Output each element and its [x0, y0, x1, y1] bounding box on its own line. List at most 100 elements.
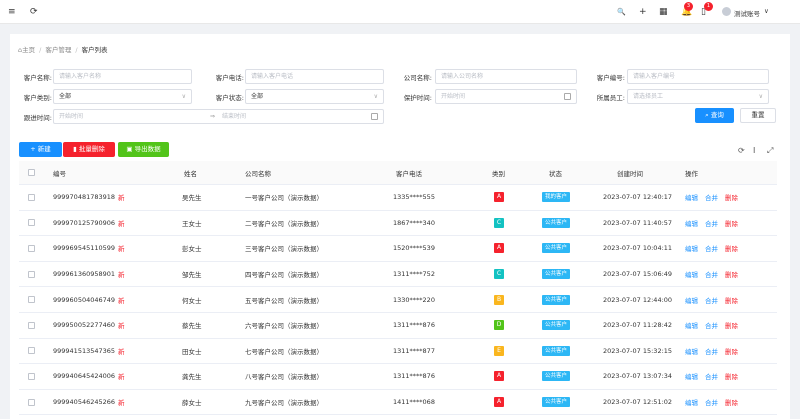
col-code: 编号 — [53, 169, 66, 178]
row-category: D — [494, 313, 504, 338]
edit-link[interactable]: 编辑 — [685, 320, 698, 330]
row-status: 公共客户 — [542, 236, 571, 261]
row-checkbox[interactable] — [28, 211, 35, 236]
customer-name-input[interactable]: 请输入客户名称 — [53, 69, 192, 84]
row-status: 公共客户 — [542, 339, 571, 364]
search-button[interactable]: ⌕ 查询 — [695, 108, 734, 123]
row-actions: 编辑 合并 删除 — [685, 211, 745, 236]
delete-link[interactable]: 删除 — [725, 269, 738, 279]
menu-toggle-icon[interactable]: ≡ — [8, 6, 16, 18]
row-name: 彭女士 — [182, 245, 202, 254]
column-height-icon[interactable]: I — [753, 146, 755, 155]
row-checkbox[interactable] — [28, 313, 35, 338]
followup-time-range[interactable]: 开始时间 ⇒ 结束时间 — [53, 109, 384, 124]
delete-link[interactable]: 删除 — [725, 397, 738, 407]
customer-code-input[interactable]: 请输入客户编号 — [627, 69, 769, 84]
avatar[interactable] — [722, 7, 731, 16]
row-checkbox[interactable] — [28, 339, 35, 364]
row-phone: 1411****068 — [393, 398, 435, 407]
breadcrumb-home[interactable]: 主页 — [22, 46, 35, 54]
merge-link[interactable]: 合并 — [705, 346, 718, 356]
row-actions: 编辑 合并 删除 — [685, 262, 745, 287]
breadcrumb-customer-mgmt[interactable]: 客户管理 — [45, 46, 71, 54]
staff-select[interactable]: 请选择员工 ∨ — [627, 89, 769, 104]
row-checkbox[interactable] — [28, 390, 35, 415]
row-status: 公共客户 — [542, 211, 571, 236]
merge-link[interactable]: 合并 — [705, 243, 718, 253]
delete-link[interactable]: 删除 — [725, 218, 738, 228]
row-name: 何女士 — [182, 296, 202, 305]
refresh-icon[interactable]: ⟳ — [30, 6, 38, 18]
delete-link[interactable]: 删除 — [725, 346, 738, 356]
row-checkbox[interactable] — [28, 262, 35, 287]
breadcrumb-current: 客户列表 — [81, 46, 108, 54]
row-company: 七号客户公司（演示数据） — [245, 347, 323, 356]
row-category: A — [494, 185, 504, 210]
edit-link[interactable]: 编辑 — [685, 346, 698, 356]
new-button[interactable]: + 新建 — [19, 142, 62, 157]
row-phone: 1520****539 — [393, 244, 435, 253]
row-name: 蔡先生 — [182, 322, 202, 331]
row-code: 999950052277460 新 — [53, 321, 125, 331]
chevron-down-icon: ∨ — [758, 93, 763, 100]
delete-link[interactable]: 删除 — [725, 295, 738, 305]
customer-name-label: 客户名称: — [23, 74, 52, 82]
select-all-checkbox[interactable] — [28, 161, 35, 184]
row-status: 公共客户 — [542, 364, 571, 389]
edit-link[interactable]: 编辑 — [685, 397, 698, 407]
row-checkbox[interactable] — [28, 364, 35, 389]
add-icon[interactable]: + — [639, 6, 647, 18]
row-phone: 1330****220 — [393, 295, 435, 304]
row-code: 999970481783918 新 — [53, 193, 125, 203]
delete-link[interactable]: 删除 — [725, 320, 738, 330]
row-category: A — [494, 236, 504, 261]
row-checkbox[interactable] — [28, 287, 35, 312]
edit-link[interactable]: 编辑 — [685, 243, 698, 253]
edit-link[interactable]: 编辑 — [685, 218, 698, 228]
col-status: 状态 — [549, 169, 562, 178]
company-name-label: 公司名称: — [403, 74, 432, 82]
col-actions: 操作 — [685, 169, 698, 178]
edit-link[interactable]: 编辑 — [685, 371, 698, 381]
fullscreen-icon[interactable]: ⤢ — [767, 146, 773, 156]
refresh-icon[interactable]: ⟳ — [738, 146, 745, 155]
customer-code-label: 客户编号: — [596, 74, 625, 82]
delete-link[interactable]: 删除 — [725, 243, 738, 253]
chevron-down-icon: ∨ — [181, 93, 186, 100]
merge-link[interactable]: 合并 — [705, 371, 718, 381]
export-button[interactable]: ▣ 导出数据 — [118, 142, 169, 157]
row-code: 999940546245266 新 — [53, 398, 125, 408]
merge-link[interactable]: 合并 — [705, 269, 718, 279]
username[interactable]: 测试账号 — [734, 8, 760, 18]
delete-link[interactable]: 删除 — [725, 371, 738, 381]
merge-link[interactable]: 合并 — [705, 218, 718, 228]
edit-link[interactable]: 编辑 — [685, 192, 698, 202]
customer-phone-input[interactable]: 请输入客户电话 — [245, 69, 384, 84]
protect-time-picker[interactable]: 开始时间 — [435, 89, 577, 104]
chevron-down-icon[interactable]: ∨ — [764, 7, 769, 15]
company-name-input[interactable]: 请输入公司名称 — [435, 69, 577, 84]
row-name: 吴先生 — [182, 194, 202, 203]
merge-link[interactable]: 合并 — [705, 192, 718, 202]
batch-delete-button[interactable]: ▮ 批量删除 — [63, 142, 115, 157]
chevron-down-icon: ∨ — [373, 93, 378, 100]
row-category: C — [494, 262, 504, 287]
customer-status-select[interactable]: 全部 ∨ — [245, 89, 384, 104]
delete-link[interactable]: 删除 — [725, 192, 738, 202]
grid-icon[interactable]: ▦ — [659, 6, 668, 18]
customer-category-select[interactable]: 全部 ∨ — [53, 89, 192, 104]
edit-link[interactable]: 编辑 — [685, 295, 698, 305]
row-checkbox[interactable] — [28, 185, 35, 210]
row-created-time: 2023-07-07 11:40:57 — [603, 218, 673, 227]
edit-link[interactable]: 编辑 — [685, 269, 698, 279]
row-company: 一号客户公司（演示数据） — [245, 194, 323, 203]
customer-phone-label: 客户电话: — [215, 74, 244, 82]
merge-link[interactable]: 合并 — [705, 295, 718, 305]
merge-link[interactable]: 合并 — [705, 397, 718, 407]
row-code: 999941513547365 新 — [53, 346, 125, 356]
merge-link[interactable]: 合并 — [705, 320, 718, 330]
table-row: 999960504046749 新 何女士 五号客户公司（演示数据） 1330****2… — [19, 287, 777, 313]
reset-button[interactable]: 重置 — [740, 108, 776, 123]
row-checkbox[interactable] — [28, 236, 35, 261]
search-icon[interactable]: 🔍 — [617, 6, 626, 18]
